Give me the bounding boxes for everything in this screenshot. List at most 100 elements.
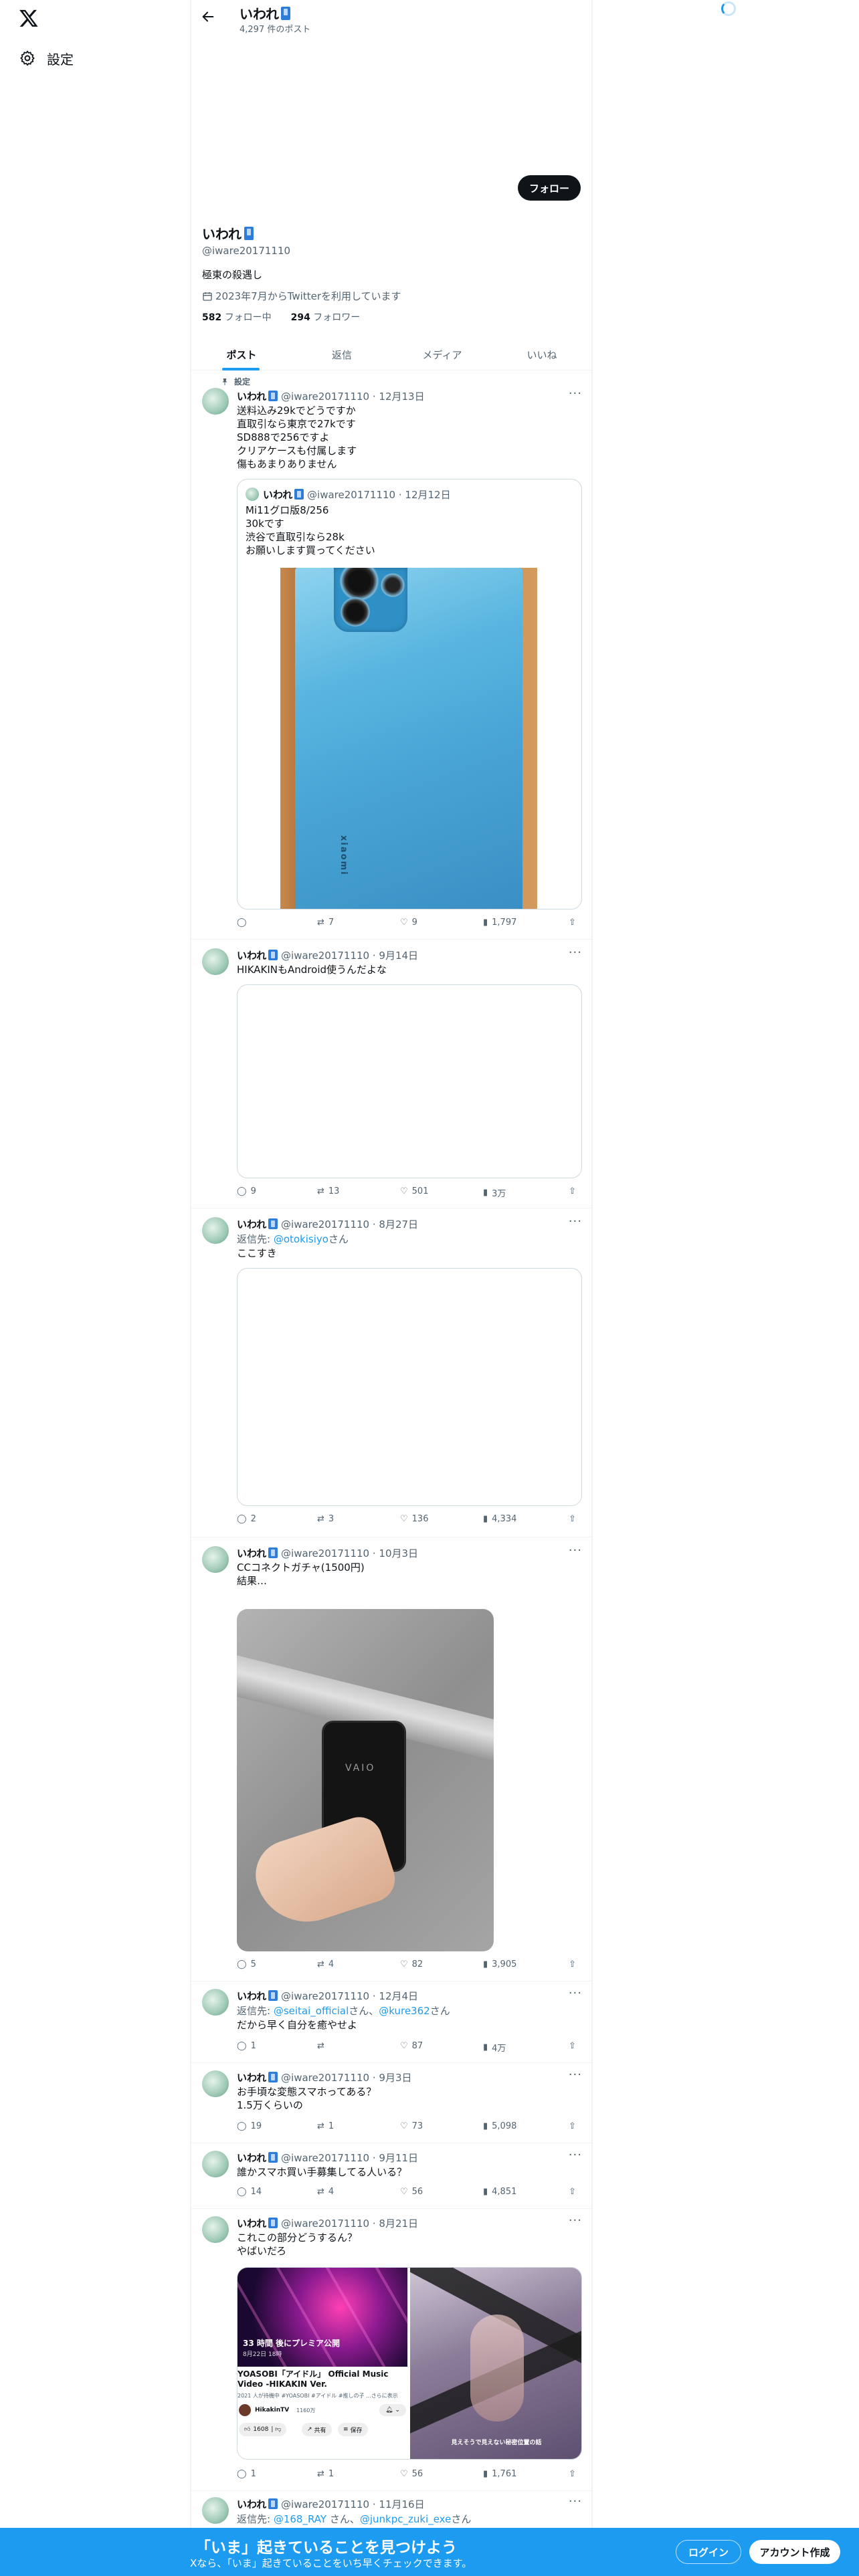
retweet-button[interactable]: ⇄ 4 bbox=[317, 1959, 334, 1969]
reply-button[interactable]: ◯ 5 bbox=[237, 1959, 256, 1969]
tweet-handle[interactable]: @iware20171110 bbox=[281, 1990, 369, 2002]
more-icon[interactable]: ··· bbox=[569, 2214, 582, 2228]
avatar[interactable] bbox=[202, 1217, 229, 1244]
reply-to-link[interactable]: @otokisiyo bbox=[274, 1233, 328, 1245]
reply-button[interactable]: ◯ 14 bbox=[237, 2187, 262, 2197]
tab-likes[interactable]: いいね bbox=[492, 338, 591, 370]
reply-to-link-2[interactable]: @kure362 bbox=[379, 2005, 430, 2017]
following-link[interactable]: 582 フォロー中 bbox=[202, 312, 272, 323]
views-button[interactable]: ▮ 4,851 bbox=[483, 2187, 516, 2197]
share-button[interactable]: ⇧ bbox=[569, 918, 576, 928]
retweet-button[interactable]: ⇄ 3 bbox=[317, 1514, 334, 1524]
views-button[interactable]: ▮ 1,761 bbox=[483, 2469, 516, 2479]
retweet-button[interactable]: ⇄ 4 bbox=[317, 2187, 334, 2197]
views-button[interactable]: ▮ 4万 bbox=[483, 2041, 506, 2054]
more-icon[interactable]: ··· bbox=[569, 2148, 582, 2162]
tab-replies[interactable]: 返信 bbox=[292, 338, 392, 370]
tweet-date[interactable]: · 12月13日 bbox=[373, 391, 425, 403]
like-button[interactable]: ♡ 56 bbox=[400, 2469, 423, 2479]
tweet-handle[interactable]: @iware20171110 bbox=[281, 391, 369, 403]
tweet-date[interactable]: · 8月21日 bbox=[373, 2218, 418, 2230]
reply-to-link[interactable]: @seitai_official bbox=[274, 2005, 349, 2017]
tweet-date[interactable]: · 9月11日 bbox=[373, 2152, 418, 2164]
share-button[interactable]: ⇧ bbox=[569, 1514, 576, 1524]
tweet-date[interactable]: · 12月4日 bbox=[373, 1990, 418, 2002]
reply-button[interactable]: ◯ bbox=[237, 918, 251, 928]
like-button[interactable]: ♡ 136 bbox=[400, 1514, 428, 1524]
youtube-screenshot[interactable]: 33 時間 後にプレミア公開 8月22日 18時 YOASOBI「アイドル」 O… bbox=[237, 2268, 409, 2459]
x-logo-icon[interactable] bbox=[19, 8, 40, 29]
tweet-author[interactable]: いわれ bbox=[237, 2218, 266, 2230]
reply-to-link[interactable]: @168_RAY bbox=[274, 2513, 326, 2525]
like-button[interactable]: ♡ 56 bbox=[400, 2187, 423, 2197]
retweet-button[interactable]: ⇄ 1 bbox=[317, 2121, 334, 2131]
avatar[interactable] bbox=[202, 2070, 229, 2097]
more-icon[interactable]: ··· bbox=[569, 1543, 582, 1558]
more-icon[interactable]: ··· bbox=[569, 387, 582, 401]
share-button[interactable]: ⇧ bbox=[569, 2041, 576, 2051]
share-button[interactable]: ⇧ bbox=[569, 2469, 576, 2479]
tweet-author[interactable]: いわれ bbox=[237, 1990, 266, 2002]
retweet-button[interactable]: ⇄ 7 bbox=[317, 918, 334, 928]
more-icon[interactable]: ··· bbox=[569, 946, 582, 960]
reply-to-link-2[interactable]: @junkpc_zuki_exe bbox=[360, 2513, 451, 2525]
tweet-author[interactable]: いわれ bbox=[237, 1218, 266, 1230]
tweet-handle[interactable]: @iware20171110 bbox=[281, 2072, 369, 2084]
share-button[interactable]: ⇧ bbox=[569, 2187, 576, 2197]
tweet-handle[interactable]: @iware20171110 bbox=[281, 950, 369, 962]
avatar[interactable] bbox=[202, 1546, 229, 1573]
avatar[interactable] bbox=[202, 2497, 229, 2524]
tweet-author[interactable]: いわれ bbox=[237, 2498, 266, 2510]
avatar[interactable] bbox=[202, 388, 229, 415]
share-button[interactable]: ⇧ bbox=[569, 1186, 576, 1196]
tweet-handle[interactable]: @iware20171110 bbox=[281, 2218, 369, 2230]
avatar[interactable] bbox=[202, 948, 229, 975]
tweet-handle[interactable]: @iware20171110 bbox=[281, 1218, 369, 1230]
tweet-author[interactable]: いわれ bbox=[237, 2072, 266, 2084]
follow-button[interactable]: フォロー bbox=[518, 175, 581, 201]
tweet-date[interactable]: · 9月3日 bbox=[373, 2072, 412, 2084]
retweet-button[interactable]: ⇄ 1 bbox=[317, 2469, 334, 2479]
tweet-date[interactable]: · 9月14日 bbox=[373, 950, 418, 962]
more-icon[interactable]: ··· bbox=[569, 2068, 582, 2082]
tab-media[interactable]: メディア bbox=[392, 338, 492, 370]
media-card[interactable] bbox=[237, 1268, 582, 1506]
tweet-date[interactable]: · 10月3日 bbox=[373, 1547, 418, 1560]
followers-link[interactable]: 294 フォロワー bbox=[291, 312, 361, 323]
tweet-author[interactable]: いわれ bbox=[237, 391, 266, 403]
views-button[interactable]: ▮ 4,334 bbox=[483, 1514, 516, 1524]
retweet-button[interactable]: ⇄ 13 bbox=[317, 1186, 339, 1196]
like-button[interactable]: ♡ 9 bbox=[400, 918, 417, 928]
tweet-handle[interactable]: @iware20171110 bbox=[281, 2152, 369, 2164]
more-icon[interactable]: ··· bbox=[569, 1986, 582, 2000]
tab-posts[interactable]: ポスト bbox=[191, 338, 292, 370]
anime-screenshot[interactable]: 見えそうで見えない秘密位置の話 bbox=[410, 2268, 581, 2459]
tweet-handle[interactable]: @iware20171110 bbox=[281, 1547, 369, 1560]
sidebar-settings[interactable]: 設定 bbox=[19, 47, 74, 70]
quote-tweet[interactable]: いわれ @iware20171110 · 12月12日 Mi11グロ版8/256… bbox=[237, 479, 582, 909]
reply-button[interactable]: ◯ 2 bbox=[237, 1514, 256, 1524]
avatar[interactable] bbox=[202, 2216, 229, 2243]
more-icon[interactable]: ··· bbox=[569, 1214, 582, 1228]
avatar[interactable] bbox=[202, 2151, 229, 2177]
tweet-date[interactable]: · 11月16日 bbox=[373, 2498, 425, 2510]
signup-button[interactable]: アカウント作成 bbox=[749, 2540, 840, 2564]
like-button[interactable]: ♡ 501 bbox=[400, 1186, 428, 1196]
tweet-handle[interactable]: @iware20171110 bbox=[281, 2498, 369, 2510]
views-button[interactable]: ▮ 5,098 bbox=[483, 2121, 516, 2131]
like-button[interactable]: ♡ 82 bbox=[400, 1959, 423, 1969]
reply-button[interactable]: ◯ 19 bbox=[237, 2121, 262, 2131]
phone-photo[interactable]: xiaomi bbox=[280, 568, 537, 909]
tweet-date[interactable]: · 8月27日 bbox=[373, 1218, 418, 1230]
back-arrow-icon[interactable] bbox=[201, 9, 217, 25]
vaio-photo[interactable]: VAIO bbox=[237, 1609, 494, 1951]
views-button[interactable]: ▮ 3万 bbox=[483, 1186, 506, 1199]
reply-button[interactable]: ◯ 1 bbox=[237, 2469, 256, 2479]
avatar[interactable] bbox=[202, 1989, 229, 2016]
login-button[interactable]: ログイン bbox=[676, 2540, 741, 2564]
reply-button[interactable]: ◯ 1 bbox=[237, 2041, 256, 2051]
media-card[interactable] bbox=[237, 984, 582, 1178]
tweet-author[interactable]: いわれ bbox=[237, 950, 266, 962]
media-grid[interactable]: 33 時間 後にプレミア公開 8月22日 18時 YOASOBI「アイドル」 O… bbox=[237, 2267, 582, 2460]
views-button[interactable]: ▮ 1,797 bbox=[483, 918, 516, 928]
